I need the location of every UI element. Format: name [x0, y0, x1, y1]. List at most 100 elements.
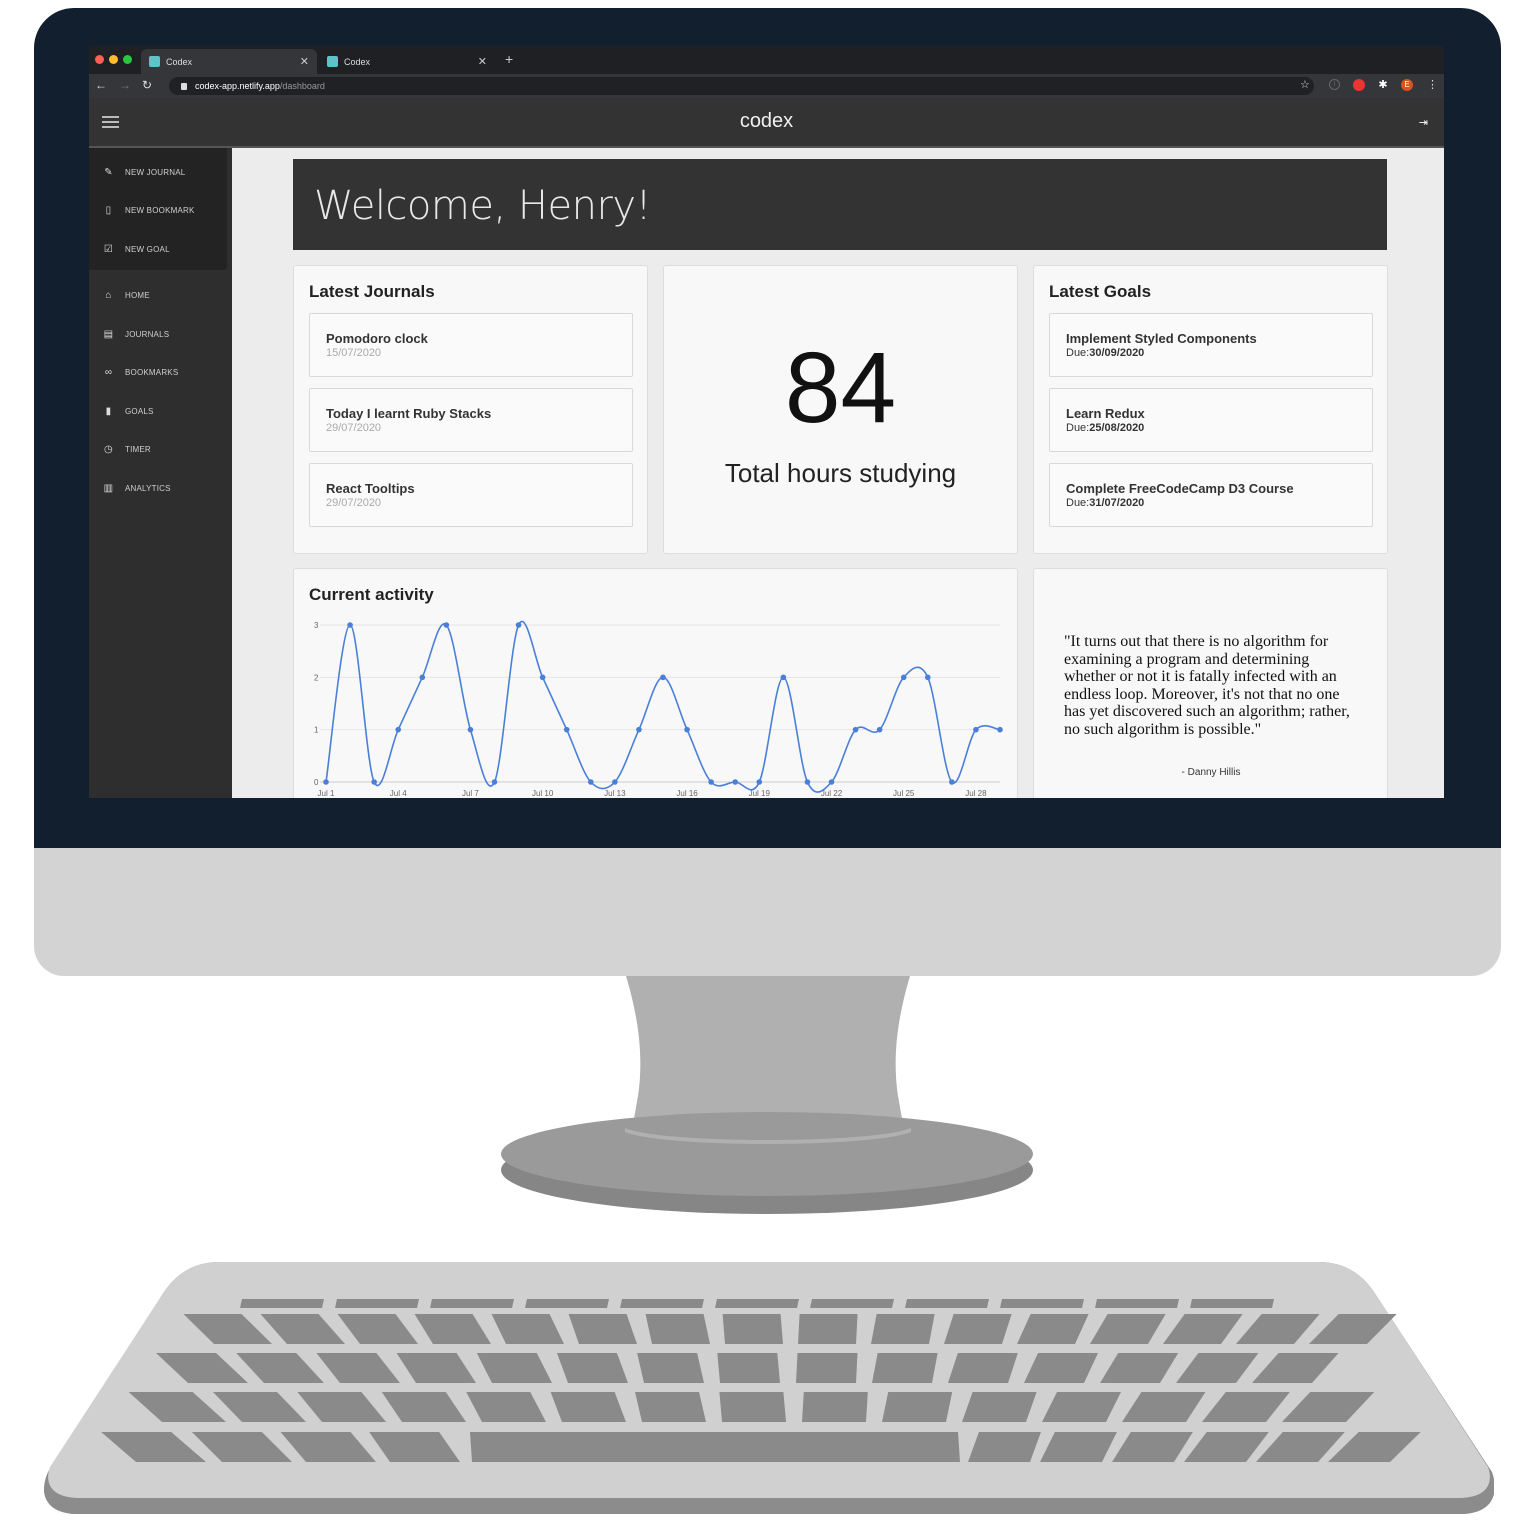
sidebar-item-label: HOME [125, 290, 150, 300]
goal-due: Due:30/09/2020 [1066, 347, 1144, 359]
keyboard-key [722, 1314, 783, 1344]
latest-goals-card: Latest Goals Implement Styled Components… [1033, 265, 1388, 554]
sidebar-item-label: JOURNALS [125, 329, 170, 339]
activity-data-point[interactable] [636, 726, 642, 733]
due-label: Due: [1066, 422, 1090, 434]
activity-data-point[interactable] [756, 779, 763, 785]
logout-icon[interactable]: ⇥ [1419, 116, 1428, 129]
browser-tab-2[interactable]: Codex ✕ [319, 49, 495, 74]
keyboard-key [882, 1392, 953, 1422]
sidebar-item-bookmarks[interactable]: ∞ BOOKMARKS [103, 364, 178, 380]
activity-data-point[interactable] [876, 726, 883, 733]
activity-data-point[interactable] [708, 779, 714, 785]
keyboard-key [620, 1299, 704, 1308]
close-tab-icon[interactable]: ✕ [300, 55, 309, 68]
journal-date: 29/07/2020 [326, 497, 382, 509]
sidebar-item-analytics[interactable]: ▥ ANALYTICS [103, 480, 171, 496]
extensions-puzzle-icon[interactable]: ✱ [1377, 79, 1389, 91]
current-activity-card: Current activity 0 1 2 3 Jul 1 Jul 4 Jul 7 Jul … [293, 568, 1018, 798]
activity-series-line [325, 620, 1001, 793]
goal-entry[interactable]: Complete FreeCodeCamp D3 Course Due:31/0… [1049, 463, 1373, 527]
keyboard-key [905, 1299, 989, 1308]
activity-data-point[interactable] [443, 622, 450, 628]
back-arrow-icon[interactable]: ← [95, 78, 107, 92]
activity-data-point[interactable] [780, 674, 787, 681]
keyboard-key [944, 1314, 1012, 1344]
keyboard-key [470, 1432, 960, 1462]
goal-entry[interactable]: Learn Redux Due:25/08/2020 [1049, 388, 1373, 452]
journal-entry[interactable]: React Tooltips 29/07/2020 [309, 463, 633, 527]
app-title: codex [739, 110, 794, 132]
goal-entry[interactable]: Implement Styled Components Due:30/09/20… [1049, 313, 1373, 377]
activity-data-point[interactable] [997, 726, 1003, 733]
keyboard-key [335, 1299, 419, 1308]
browser-menu-icon[interactable]: ⋮ [1427, 78, 1438, 91]
activity-data-point[interactable] [949, 779, 955, 785]
activity-data-point[interactable] [515, 622, 522, 628]
activity-data-point[interactable] [323, 779, 329, 785]
sidebar-item-label: ANALYTICS [125, 483, 171, 493]
activity-data-point[interactable] [660, 674, 666, 681]
activity-data-point[interactable] [419, 674, 426, 681]
sidebar-item-new-journal[interactable]: ✎ NEW JOURNAL [103, 164, 185, 180]
keyboard-key [962, 1392, 1037, 1422]
new-tab-button[interactable]: + [505, 51, 513, 67]
sidebar-item-timer[interactable]: ◷ TIMER [103, 441, 151, 457]
clock-icon: ◷ [104, 443, 113, 455]
sidebar-item-label: NEW JOURNAL [125, 167, 186, 177]
latest-journals-card: Latest Journals Pomodoro clock 15/07/202… [293, 265, 648, 554]
activity-data-point[interactable] [732, 779, 739, 785]
total-hours-card: 84 Total hours studying [663, 265, 1018, 554]
browser-tab-bar: Codex ✕ Codex ✕ + [89, 46, 1444, 74]
link-icon: ∞ [104, 366, 113, 378]
reload-icon[interactable]: ↻ [142, 78, 152, 92]
activity-data-point[interactable] [804, 779, 811, 785]
activity-data-point[interactable] [563, 726, 570, 733]
activity-data-point[interactable] [828, 779, 835, 785]
activity-data-point[interactable] [587, 779, 594, 785]
address-bar[interactable]: codex-app.netlify.app/dashboard [169, 77, 1314, 95]
sidebar-item-new-bookmark[interactable]: ▯ NEW BOOKMARK [103, 202, 195, 218]
minimize-window-button[interactable] [109, 55, 118, 64]
star-icon[interactable]: ☆ [1300, 78, 1310, 91]
sidebar-item-goals[interactable]: ▮ GOALS [103, 403, 154, 419]
journal-title: Pomodoro clock [326, 331, 428, 346]
activity-data-point[interactable] [371, 779, 377, 785]
activity-data-point[interactable] [395, 726, 402, 733]
activity-data-point[interactable] [900, 674, 907, 681]
keyboard-key [240, 1299, 324, 1308]
url-host: codex-app.netlify.app [195, 81, 280, 91]
profile-avatar[interactable]: E [1401, 79, 1413, 91]
activity-data-point[interactable] [684, 726, 690, 733]
keyboard-key [802, 1392, 868, 1422]
activity-data-point[interactable] [539, 674, 546, 681]
maximize-window-button[interactable] [123, 55, 132, 64]
browser-tab-1[interactable]: Codex ✕ [141, 49, 317, 74]
keyboard-key [798, 1314, 858, 1344]
sidebar-item-home[interactable]: ⌂ HOME [103, 287, 150, 303]
close-tab-icon[interactable]: ✕ [478, 55, 487, 68]
tab-title: Codex [344, 56, 371, 67]
welcome-heading: Welcome, Henry! [314, 183, 652, 229]
activity-data-point[interactable] [924, 674, 931, 681]
extension-info-icon[interactable]: i [1329, 79, 1340, 90]
activity-data-point[interactable] [491, 779, 498, 785]
activity-data-point[interactable] [347, 622, 353, 628]
goal-title: Complete FreeCodeCamp D3 Course [1066, 481, 1294, 496]
activity-data-point[interactable] [612, 779, 618, 785]
journal-entry[interactable]: Pomodoro clock 15/07/2020 [309, 313, 633, 377]
due-date: 30/09/2020 [1089, 347, 1145, 359]
forward-arrow-icon[interactable]: → [119, 78, 131, 92]
journal-entry[interactable]: Today I learnt Ruby Stacks 29/07/2020 [309, 388, 633, 452]
activity-data-point[interactable] [973, 726, 979, 733]
y-tick-label: 1 [314, 726, 319, 735]
due-label: Due: [1066, 497, 1090, 509]
sidebar-item-journals[interactable]: ▤ JOURNALS [103, 326, 169, 342]
activity-data-point[interactable] [852, 726, 859, 733]
close-window-button[interactable] [95, 55, 104, 64]
sidebar-item-new-goal[interactable]: ☑ NEW GOAL [103, 241, 170, 257]
extension-shield-icon[interactable] [1353, 79, 1365, 91]
keyboard-key [717, 1353, 780, 1383]
journal-date: 29/07/2020 [326, 422, 382, 434]
activity-data-point[interactable] [467, 726, 474, 733]
